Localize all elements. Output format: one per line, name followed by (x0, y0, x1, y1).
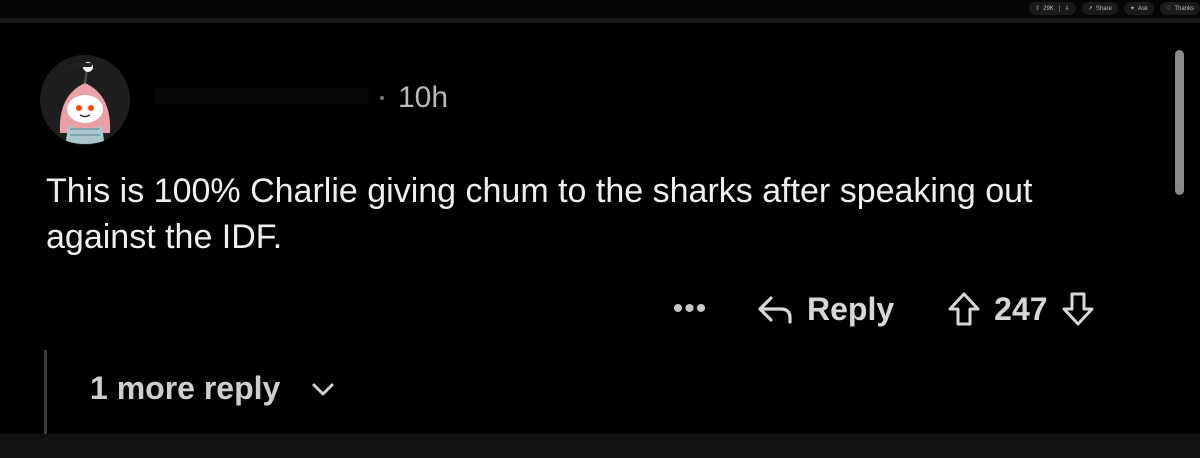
comment-action-row: ••• Reply 247 (665, 285, 1098, 333)
post-vote-count: 29K (1043, 5, 1054, 12)
post-vote-pill[interactable]: ⇧ 29K ⇩ (1029, 2, 1076, 15)
meta-separator-dot (380, 96, 384, 100)
pill-divider (1058, 5, 1060, 12)
ask-label: Ask (1137, 5, 1148, 12)
share-button[interactable]: ↗ Share (1081, 2, 1118, 15)
vote-count: 247 (994, 290, 1048, 327)
snoo-avatar-icon (40, 55, 130, 145)
share-icon: ↗ (1087, 6, 1093, 12)
reply-arrow-icon (755, 289, 795, 329)
avatar[interactable] (40, 55, 130, 145)
bottom-divider (0, 434, 1200, 458)
top-divider (0, 18, 1200, 23)
reply-button[interactable]: Reply (755, 286, 894, 332)
mini-upvote-icon: ⇧ (1035, 6, 1041, 12)
mini-downvote-icon: ⇩ (1064, 6, 1070, 12)
chevron-down-icon (310, 379, 336, 399)
thanks-label: Thanks (1174, 5, 1194, 12)
thread-line[interactable] (44, 350, 47, 434)
reply-label: Reply (807, 290, 895, 327)
top-action-bar: ⇧ 29K ⇩ ↗ Share ✦ Ask ♡ Thanks (0, 0, 1200, 18)
more-replies-label: 1 more reply (90, 370, 281, 406)
more-options-button[interactable]: ••• (665, 286, 715, 332)
upvote-arrow-icon[interactable] (944, 289, 984, 329)
comment-screenshot: ⇧ 29K ⇩ ↗ Share ✦ Ask ♡ Thanks 10h This … (0, 0, 1200, 458)
scrollbar-thumb[interactable] (1175, 50, 1184, 195)
more-replies-button[interactable]: 1 more reply (90, 370, 336, 407)
award-icon: ♡ (1165, 6, 1172, 12)
vote-group: 247 (944, 289, 1097, 329)
comment-body: This is 100% Charlie giving chum to the … (46, 172, 1033, 256)
ask-button[interactable]: ✦ Ask (1123, 2, 1154, 15)
downvote-arrow-icon[interactable] (1058, 289, 1098, 329)
sparkle-icon: ✦ (1129, 6, 1135, 12)
username-redacted (155, 88, 370, 104)
thanks-button[interactable]: ♡ Thanks (1159, 2, 1200, 15)
share-label: Share (1095, 5, 1112, 12)
top-actions: ⇧ 29K ⇩ ↗ Share ✦ Ask ♡ Thanks (1029, 2, 1200, 15)
comment-timestamp: 10h (398, 81, 449, 114)
